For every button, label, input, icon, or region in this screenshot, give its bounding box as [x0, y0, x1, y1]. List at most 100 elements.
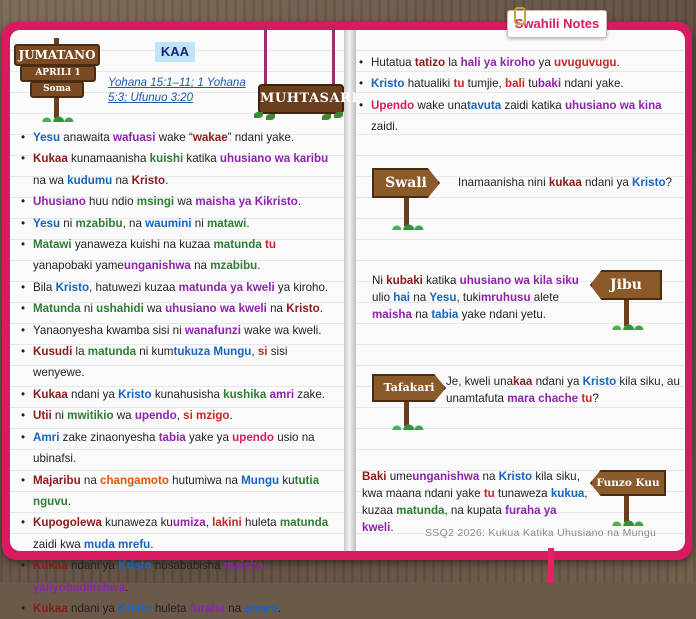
highlighted-term: matunda	[213, 238, 262, 252]
highlighted-term: kukaa	[548, 176, 582, 189]
highlighted-term: lakini	[212, 516, 242, 530]
highlighted-term: Baki	[362, 470, 387, 483]
text-segment: Hutatua	[371, 56, 415, 69]
highlighted-term: Mungu	[241, 473, 280, 487]
date-label: APRILI 1	[35, 68, 81, 78]
text-segment: na	[266, 302, 287, 316]
bullet-item: Matunda ni ushahidi wa uhusiano wa kweli…	[20, 298, 338, 320]
text-segment: ku	[279, 473, 295, 487]
text-segment: zaidi kwa	[33, 537, 84, 551]
text-segment: .	[165, 173, 169, 187]
highlighted-term: uhusiano wa kila siku	[459, 274, 579, 287]
banner-rope-left	[264, 26, 267, 88]
highlighted-term: Amri	[33, 430, 60, 444]
highlighted-term: maisha ya Kikristo	[195, 195, 298, 209]
bullet-item: Yesu anawaita wafuasi wake “wakae” ndani…	[20, 127, 338, 149]
highlighted-term: baki	[537, 77, 562, 91]
highlighted-term: si mzigo	[183, 409, 230, 423]
highlighted-term: Kristo	[286, 302, 320, 316]
grass-icon	[610, 322, 644, 330]
highlighted-term: mara chache	[507, 392, 579, 405]
highlighted-term: Majaribu	[33, 473, 81, 487]
text-segment: husababisha	[151, 559, 224, 573]
highlighted-term: Yesu	[33, 131, 61, 144]
swali-arrow: Swali	[372, 168, 440, 198]
text-segment: alete	[530, 291, 559, 304]
text-segment: ndani ya	[581, 176, 633, 189]
text-segment: na	[80, 473, 101, 487]
text-segment: Bila	[33, 280, 56, 294]
grass-icon	[610, 518, 644, 526]
highlighted-term: bali	[505, 77, 526, 91]
highlighted-term: Utii	[33, 409, 52, 423]
highlighted-term: uvuguvugu	[554, 56, 617, 69]
text-segment: ulio	[372, 291, 394, 304]
bullet-item: Kukaa ndani ya Kristo husababisha maisha…	[20, 555, 338, 598]
swahili-notes-tag[interactable]: Swahili Notes	[507, 7, 607, 38]
banner-label: MUHTASARI	[258, 84, 357, 114]
highlighted-term: wakae	[192, 131, 228, 144]
text-segment: Je, kweli una	[446, 375, 514, 388]
date-board: APRILI 1	[20, 65, 96, 82]
highlighted-term: ushahidi	[96, 302, 144, 316]
highlighted-term: Kristo	[131, 173, 166, 187]
text-segment: tumjie,	[464, 77, 506, 91]
highlighted-term: muda mrefu	[83, 537, 151, 551]
soma-board: Soma	[30, 81, 84, 98]
text-segment: .	[150, 537, 154, 551]
text-segment: .	[616, 56, 620, 69]
highlighted-term: Kristo	[632, 176, 666, 189]
text-segment: katika	[422, 274, 460, 287]
highlighted-term: Yesu	[429, 291, 457, 304]
text-segment: yake ya	[185, 430, 233, 444]
funzo-label: Funzo Kuu	[596, 477, 660, 489]
highlighted-term: changamoto	[100, 473, 169, 487]
text-segment: ndani ya	[67, 559, 119, 573]
highlighted-term: amani	[244, 601, 278, 615]
scripture-references[interactable]: Yohana 15:1–11; 1 Yohana 5:3; Ufunuo 3:2…	[108, 76, 258, 106]
text-segment: wake wa kweli.	[240, 323, 322, 337]
highlighted-term: mzabibu	[210, 259, 258, 273]
highlighted-term: Kristo	[118, 387, 152, 401]
highlighted-term: Kusudi	[33, 345, 73, 359]
text-segment: ndani ya	[67, 387, 119, 401]
highlighted-term: uhusiano wa kina	[564, 98, 662, 112]
paperclip-icon	[514, 7, 526, 25]
highlighted-term: tavuta	[467, 98, 502, 112]
highlighted-term: kaa	[513, 375, 533, 388]
highlighted-term: Kukaa	[33, 601, 68, 615]
highlighted-term: upendo	[232, 430, 275, 444]
highlighted-term: kushika	[223, 387, 267, 401]
bullet-item: Majaribu na changamoto hutumiwa na Mungu…	[20, 470, 338, 513]
bullet-item: Bila Kristo, hatuwezi kuzaa matunda ya k…	[20, 277, 338, 299]
highlighted-term: Upendo	[371, 98, 415, 112]
highlighted-term: tukuza	[173, 345, 211, 359]
text-segment: na	[479, 470, 499, 483]
text-segment: tunaweza	[494, 487, 551, 500]
tafakari-text: Je, kweli unakaa ndani ya Kristo kila si…	[446, 373, 680, 407]
text-segment: yanapobaki yame	[33, 259, 124, 273]
text-segment: .	[277, 601, 282, 615]
bullet-item: Upendo wake unatavuta zaidi katika uhusi…	[358, 95, 678, 138]
highlighted-term: matawi	[207, 216, 247, 230]
text-segment: , hatuwezi kuzaa	[89, 280, 179, 294]
highlighted-term: kuishi	[149, 152, 184, 166]
highlighted-term: Yesu	[33, 216, 61, 230]
text-segment: , na kupata	[444, 504, 506, 517]
text-segment: ?	[665, 176, 672, 189]
text-segment: ni	[191, 216, 207, 230]
highlighted-term: mwitikio	[67, 409, 114, 423]
text-segment: yake ndani yetu.	[458, 308, 547, 321]
highlighted-term: matunda	[279, 516, 329, 530]
highlighted-term: matunda ya kweli	[178, 280, 275, 294]
bullet-item: Kukaa ndani ya Kristo huleta furaha na a…	[20, 598, 338, 619]
bullet-item: Kukaa ndani ya Kristo kunahusisha kushik…	[20, 384, 338, 406]
swali-label: Swali	[385, 175, 427, 191]
grass-icon	[390, 422, 424, 430]
text-segment: huleta	[241, 516, 280, 530]
highlighted-term: tu	[453, 77, 465, 91]
bullet-item: Kusudi la matunda ni kumtukuza Mungu, si…	[20, 341, 338, 384]
text-segment: , na	[122, 216, 146, 230]
text-segment: .	[229, 409, 233, 423]
highlighted-term: Kristo	[582, 375, 617, 388]
